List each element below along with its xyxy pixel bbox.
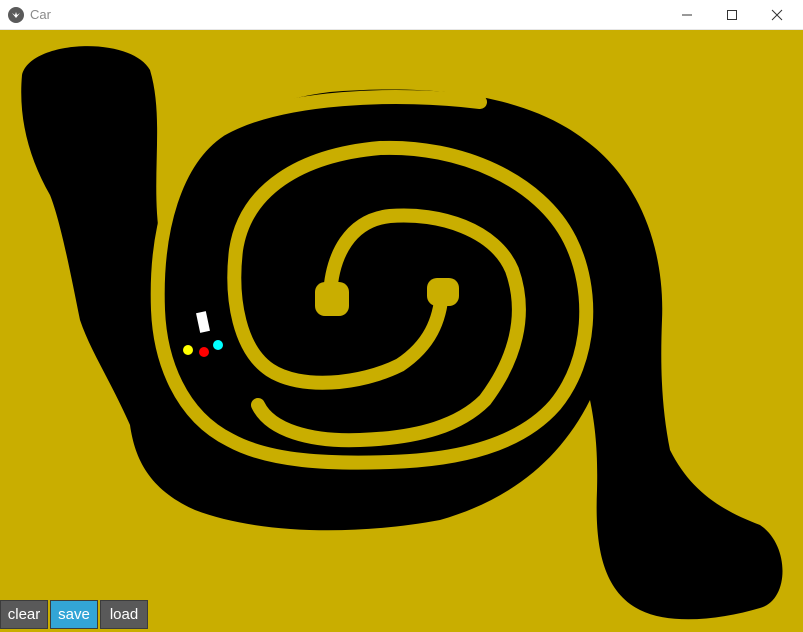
button-bar: clear save load (0, 600, 148, 630)
save-button[interactable]: save (50, 600, 98, 629)
sensor-left (183, 345, 193, 355)
window-title: Car (30, 7, 51, 22)
road-map (21, 46, 783, 620)
spiral-knob-right (427, 278, 459, 306)
sensor-center (199, 347, 209, 357)
app-icon (8, 7, 24, 23)
close-button[interactable] (754, 0, 800, 29)
maximize-button[interactable] (709, 0, 755, 29)
clear-button[interactable]: clear (0, 600, 48, 629)
drawing-canvas[interactable] (0, 30, 803, 632)
minimize-icon (682, 14, 692, 15)
load-button[interactable]: load (100, 600, 148, 629)
title-bar: Car (0, 0, 803, 30)
minimize-button[interactable] (664, 0, 710, 29)
spiral-knob-left (315, 282, 349, 316)
road-outer-blob (21, 46, 783, 620)
close-icon (771, 9, 783, 20)
maximize-icon (727, 9, 737, 20)
sensor-right (213, 340, 223, 350)
